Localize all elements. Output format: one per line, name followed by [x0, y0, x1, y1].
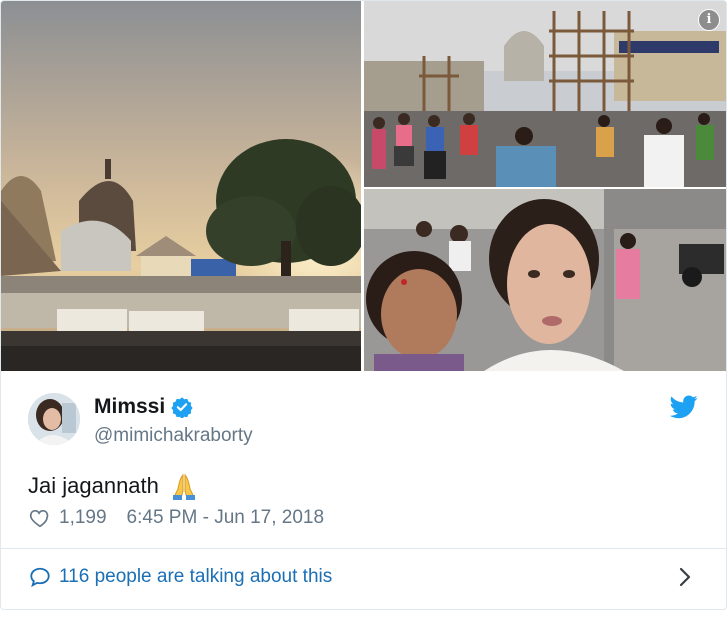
conversation-link[interactable]: 116 people are talking about this: [1, 549, 726, 605]
embedded-tweet-card[interactable]: i Mimssi @mimichakraborty Jai jagannath …: [0, 0, 727, 610]
media-grid[interactable]: i: [1, 1, 726, 371]
tweet-timestamp[interactable]: 6:45 PM - Jun 17, 2018: [127, 507, 325, 529]
like-count[interactable]: 1,199: [59, 507, 107, 529]
author-display-name[interactable]: Mimssi: [94, 395, 165, 419]
folded-hands-icon: [172, 473, 195, 500]
tweet-text: Jai jagannath: [28, 471, 199, 501]
heart-icon[interactable]: [29, 507, 51, 529]
tweet-text-content: Jai jagannath: [28, 473, 159, 498]
tweet-meta: 1,199 6:45 PM - Jun 17, 2018: [29, 507, 324, 529]
photo-selfie[interactable]: [364, 189, 726, 371]
conversation-label[interactable]: 116 people are talking about this: [59, 566, 332, 588]
verified-badge-icon: [171, 397, 193, 418]
photo-street-crowd[interactable]: i: [364, 1, 726, 187]
photo-temple-sunset[interactable]: [1, 1, 361, 371]
author-handle[interactable]: @mimichakraborty: [94, 425, 253, 447]
info-icon[interactable]: i: [698, 9, 720, 31]
speech-bubble-icon: [30, 567, 50, 588]
chevron-right-icon[interactable]: [678, 566, 692, 588]
avatar[interactable]: [28, 393, 80, 445]
author-name-row[interactable]: Mimssi: [94, 395, 193, 419]
twitter-bird-icon[interactable]: [670, 395, 698, 419]
